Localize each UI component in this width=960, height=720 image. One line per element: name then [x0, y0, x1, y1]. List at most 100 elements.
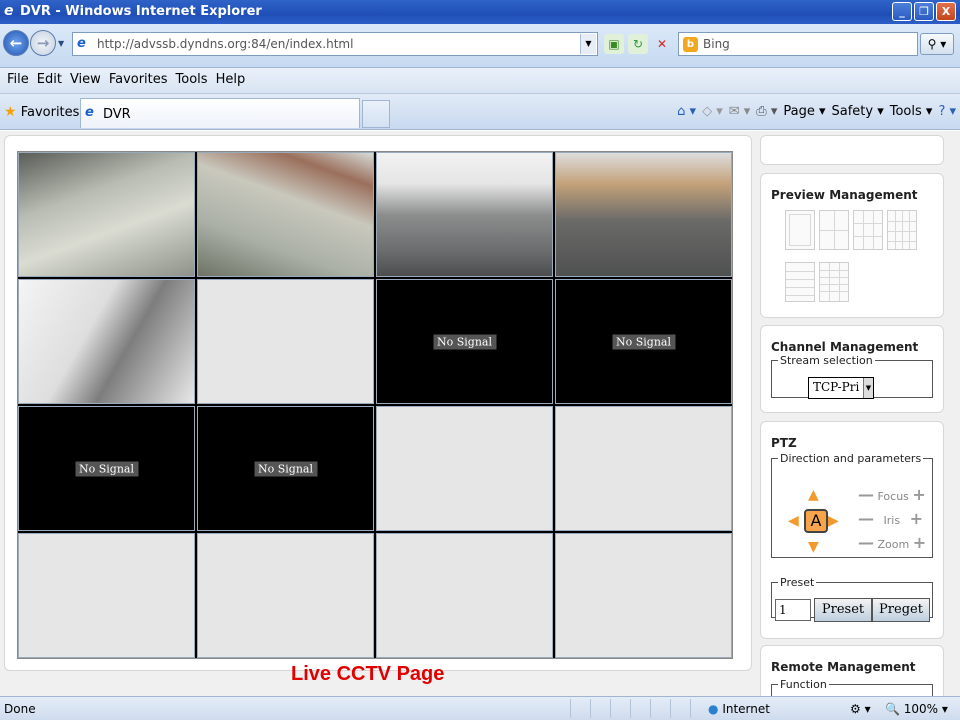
camera-view-no-signal[interactable]: No Signal: [197, 406, 374, 531]
camera-view-no-signal[interactable]: No Signal: [18, 406, 195, 531]
ptz-box: PTZ Direction and parameters ▲ ◀ ▶ ▼ A —…: [760, 421, 944, 639]
menu-favorites[interactable]: Favorites: [108, 68, 175, 93]
search-field[interactable]: b Bing: [678, 32, 918, 56]
camera-view-empty[interactable]: [376, 533, 553, 658]
page-scrollbar[interactable]: [944, 135, 960, 695]
minimize-button[interactable]: _: [892, 2, 912, 21]
camera-view-empty[interactable]: [555, 406, 732, 531]
menu-help[interactable]: Help: [215, 68, 253, 93]
ptz-down-arrow-icon[interactable]: ▼: [808, 539, 819, 555]
page-menu[interactable]: Page ▾: [783, 104, 825, 119]
zoom-level[interactable]: 🔍 100% ▾: [885, 702, 948, 716]
tab-title: DVR: [103, 107, 131, 122]
preset-button[interactable]: Preset: [814, 598, 872, 622]
maximize-button[interactable]: ❐: [914, 2, 934, 21]
menu-edit[interactable]: Edit: [36, 68, 69, 93]
ptz-up-arrow-icon[interactable]: ▲: [808, 487, 819, 503]
camera-view[interactable]: [555, 152, 732, 277]
ptz-right-arrow-icon[interactable]: ▶: [828, 513, 839, 529]
iris-plus-icon[interactable]: +: [910, 509, 923, 528]
zoom-minus-icon[interactable]: —: [858, 533, 874, 552]
back-button[interactable]: ←: [3, 30, 29, 56]
preset-number-input[interactable]: 1: [775, 599, 811, 621]
layout-2x2-icon[interactable]: [819, 210, 849, 250]
preset-fieldset: Preset 1 Preset Preget: [771, 576, 933, 622]
status-segment: [610, 699, 628, 718]
status-segment: [650, 699, 668, 718]
home-icon[interactable]: ⌂ ▾: [677, 104, 696, 119]
layout-4x4-icon[interactable]: [887, 210, 917, 250]
layout-5x5-icon[interactable]: [785, 262, 815, 302]
page-caption: Live CCTV Page: [291, 663, 445, 685]
camera-view-empty[interactable]: [197, 533, 374, 658]
tab-page-icon: e: [85, 105, 94, 120]
camera-view[interactable]: [376, 152, 553, 277]
favorites-label: Favorites: [20, 105, 80, 120]
menu-tools[interactable]: Tools: [175, 68, 215, 93]
remote-title: Remote Management: [771, 660, 916, 674]
chevron-down-icon: ▼: [863, 378, 873, 398]
layout-3x3-icon[interactable]: [853, 210, 883, 250]
menu-file[interactable]: File: [6, 68, 36, 93]
channel-management-box: Channel Management Stream selection TCP-…: [760, 325, 944, 413]
focus-label: Focus: [877, 490, 909, 503]
camera-view-no-signal[interactable]: No Signal: [555, 279, 732, 404]
channel-title: Channel Management: [771, 340, 919, 354]
ptz-left-arrow-icon[interactable]: ◀: [788, 513, 799, 529]
mail-icon[interactable]: ✉ ▾: [729, 104, 751, 119]
camera-view[interactable]: [18, 279, 195, 404]
iris-control: — Iris +: [858, 509, 923, 528]
direction-legend: Direction and parameters: [780, 452, 922, 465]
focus-minus-icon[interactable]: —: [858, 485, 874, 504]
no-signal-label: No Signal: [75, 461, 138, 476]
zoom-plus-icon[interactable]: +: [913, 533, 926, 552]
camera-view-empty[interactable]: [197, 279, 374, 404]
camera-view-empty[interactable]: [376, 406, 553, 531]
new-tab-button[interactable]: [362, 100, 390, 128]
search-button[interactable]: ⚲ ▾: [920, 33, 954, 55]
security-zone[interactable]: ● Internet: [708, 702, 770, 716]
stop-icon[interactable]: ✕: [652, 34, 672, 54]
iris-minus-icon[interactable]: —: [858, 509, 874, 528]
safety-menu[interactable]: Safety ▾: [832, 104, 884, 119]
tools-menu[interactable]: Tools ▾: [890, 104, 933, 119]
preget-button[interactable]: Preget: [872, 598, 930, 622]
camera-view[interactable]: [197, 152, 374, 277]
preset-legend: Preset: [780, 576, 815, 589]
window-title: DVR - Windows Internet Explorer: [20, 4, 262, 19]
status-segment: [590, 699, 608, 718]
focus-plus-icon[interactable]: +: [912, 485, 925, 504]
tab-dvr[interactable]: e DVR: [80, 98, 360, 128]
status-segment: [690, 699, 708, 718]
refresh-icon[interactable]: ↻: [628, 34, 648, 54]
forward-button[interactable]: →: [30, 30, 56, 56]
layout-6x6-icon[interactable]: [819, 262, 849, 302]
protected-mode-icon[interactable]: ⚙ ▾: [850, 702, 871, 716]
compatibility-view-icon[interactable]: ▣: [604, 34, 624, 54]
bing-icon: b: [683, 37, 698, 52]
status-segment: [670, 699, 688, 718]
camera-view-empty[interactable]: [555, 533, 732, 658]
url-text[interactable]: http://advssb.dyndns.org:84/en/index.htm…: [97, 37, 353, 51]
layout-1x1-icon[interactable]: [785, 210, 815, 250]
favorites-button[interactable]: ★ Favorites: [4, 104, 79, 120]
address-bar: ← → ▼ e http://advssb.dyndns.org:84/en/i…: [0, 24, 960, 68]
search-placeholder[interactable]: Bing: [703, 37, 730, 51]
close-button[interactable]: X: [936, 2, 956, 21]
ptz-auto-button[interactable]: A: [804, 509, 828, 533]
url-field[interactable]: e http://advssb.dyndns.org:84/en/index.h…: [72, 32, 598, 56]
stream-fieldset: Stream selection TCP-Pri ▼: [771, 354, 933, 399]
print-icon[interactable]: ⎙ ▾: [756, 104, 777, 119]
feeds-icon[interactable]: ◇ ▾: [702, 104, 723, 119]
command-bar: ⌂ ▾ ◇ ▾ ✉ ▾ ⎙ ▾ Page ▾ Safety ▾ Tools ▾ …: [677, 104, 956, 119]
zoom-value: 100%: [903, 702, 939, 716]
camera-view[interactable]: [18, 152, 195, 277]
history-dropdown-icon[interactable]: ▼: [58, 39, 64, 48]
menu-view[interactable]: View: [69, 68, 108, 93]
camera-view-empty[interactable]: [18, 533, 195, 658]
camera-view-no-signal[interactable]: No Signal: [376, 279, 553, 404]
stream-select[interactable]: TCP-Pri ▼: [808, 377, 874, 399]
zone-label: Internet: [722, 702, 770, 716]
help-menu[interactable]: ? ▾: [938, 104, 956, 119]
url-dropdown-icon[interactable]: ▼: [580, 34, 596, 54]
